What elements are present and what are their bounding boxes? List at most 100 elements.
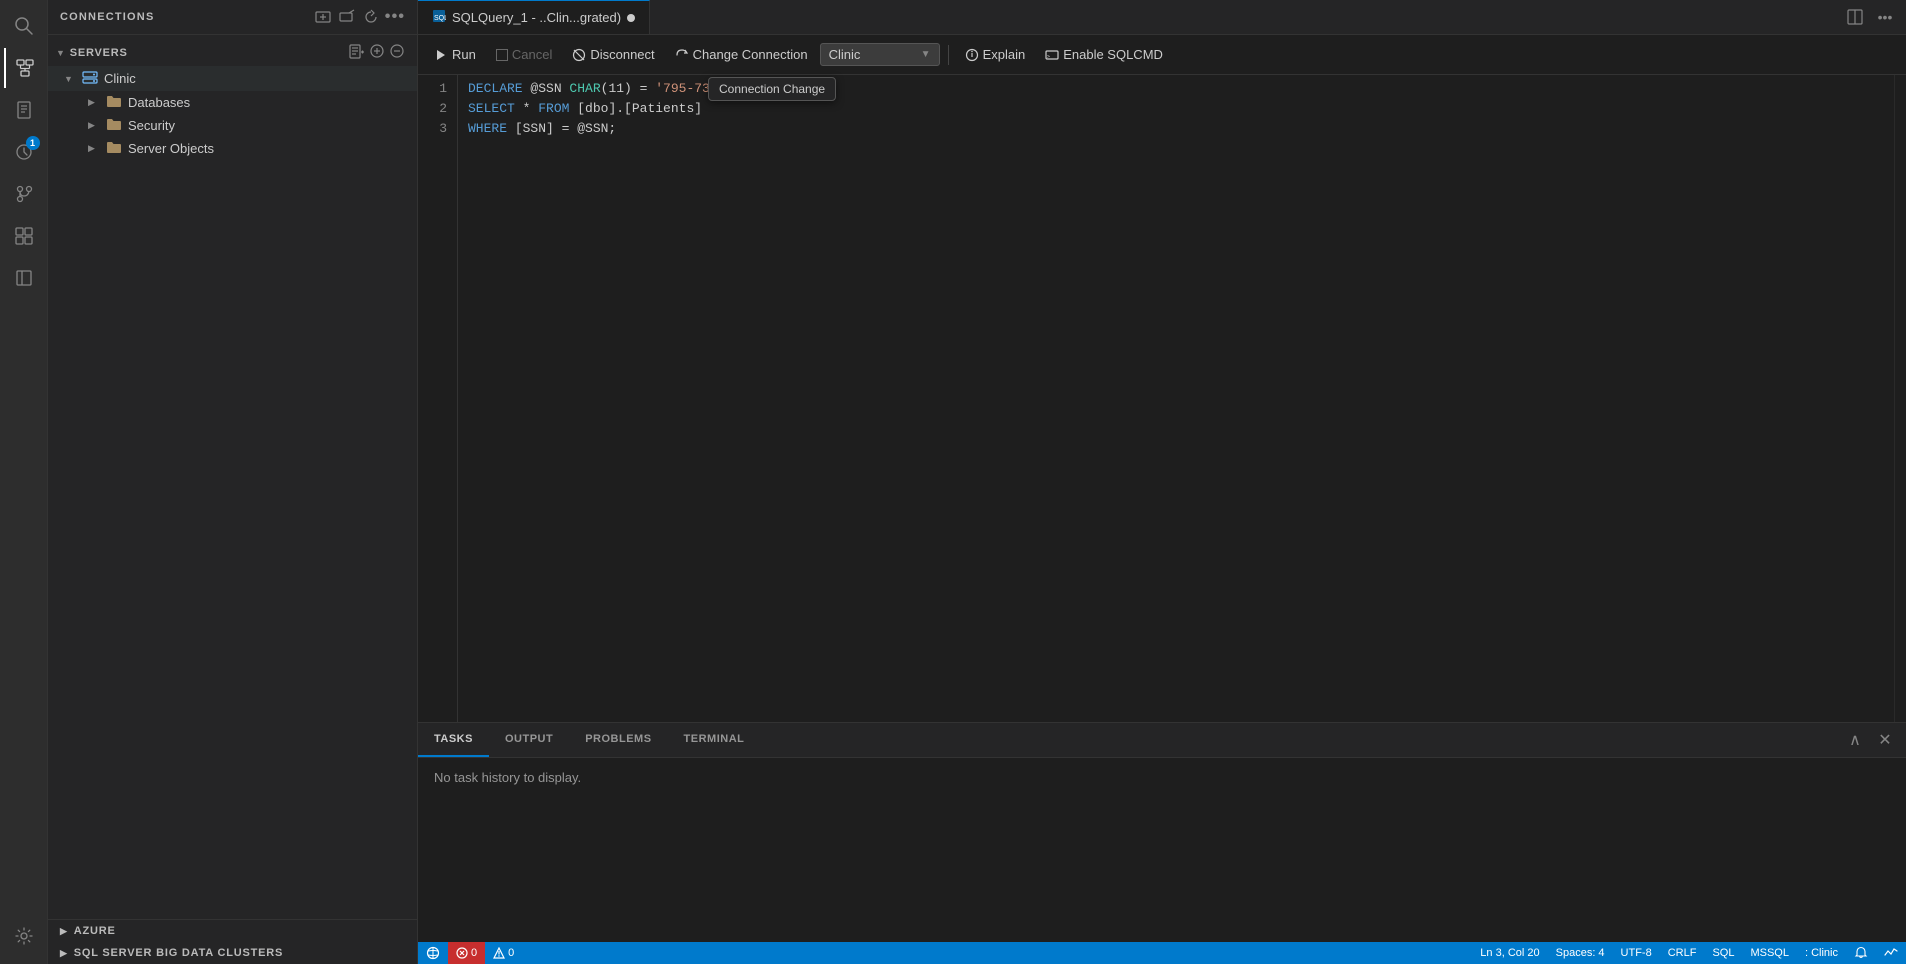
tab-tasks[interactable]: TASKS — [418, 723, 489, 757]
enable-sqlcmd-button[interactable]: >_ Enable SQLCMD — [1037, 44, 1171, 65]
query-history-icon[interactable]: 1 — [4, 132, 44, 172]
connection-dropdown[interactable]: Clinic ▼ — [820, 43, 940, 66]
encoding-item[interactable]: UTF-8 — [1613, 942, 1660, 964]
panel-close-icon[interactable]: ✕ — [1872, 727, 1898, 753]
servers-collapse-arrow: ▼ — [56, 48, 66, 58]
panel-content: No task history to display. — [418, 758, 1906, 942]
server-icon — [82, 69, 98, 88]
sidebar-header-icons: ••• — [313, 7, 405, 27]
new-query-icon[interactable] — [349, 43, 365, 62]
refresh-icon[interactable] — [361, 7, 381, 27]
disconnect-icon[interactable] — [337, 7, 357, 27]
extensions-icon[interactable] — [4, 216, 44, 256]
sidebar-content: ▼ SERVERS ▼ Clinic ▶ — [48, 35, 417, 919]
remote-status-item[interactable] — [418, 942, 448, 964]
bigdata-label: SQL SERVER BIG DATA CLUSTERS — [74, 947, 283, 959]
add-server-icon[interactable] — [313, 7, 333, 27]
run-label: Run — [452, 47, 476, 62]
more-tabs-icon[interactable]: ••• — [1872, 4, 1898, 30]
server-objects-expand-arrow: ▶ — [88, 143, 102, 154]
connection-change-hint: Connection Change — [708, 77, 836, 101]
clinic-label: Clinic — [104, 71, 136, 86]
status-right: Ln 3, Col 20 Spaces: 4 UTF-8 CRLF SQL MS… — [1472, 942, 1906, 964]
sidebar: CONNECTIONS ••• ▼ SERVERS — [48, 0, 418, 964]
sidebar-title: CONNECTIONS — [60, 11, 154, 23]
line-number-1: 1 — [426, 79, 447, 99]
indentation-item[interactable]: Spaces: 4 — [1548, 942, 1613, 964]
run-button[interactable]: Run — [426, 44, 484, 65]
tab-sqlquery1[interactable]: SQL SQLQuery_1 - ..Clin...grated) — [418, 0, 650, 34]
security-label: Security — [128, 118, 175, 133]
source-control-icon[interactable] — [4, 174, 44, 214]
connection-status-item[interactable]: : Clinic — [1797, 942, 1846, 964]
servers-section-label[interactable]: ▼ SERVERS — [48, 39, 417, 66]
notebooks-icon[interactable] — [4, 90, 44, 130]
notifications-icon[interactable] — [1846, 942, 1876, 964]
change-connection-button[interactable]: Change Connection — [667, 44, 816, 65]
azure-section[interactable]: ▶ AZURE — [48, 920, 417, 942]
cancel-label: Cancel — [512, 47, 552, 62]
tab-label: SQLQuery_1 - ..Clin...grated) — [452, 10, 621, 25]
databases-folder-icon — [106, 94, 122, 111]
indentation: Spaces: 4 — [1556, 947, 1605, 959]
connections-icon[interactable] — [4, 48, 44, 88]
connection-value: Clinic — [829, 47, 861, 62]
line-number-3: 3 — [426, 119, 447, 139]
line-ending-item[interactable]: CRLF — [1660, 942, 1705, 964]
sql-mode-item[interactable]: MSSQL — [1742, 942, 1797, 964]
tab-bar: SQL SQLQuery_1 - ..Clin...grated) ••• — [418, 0, 1906, 35]
panel-collapse-icon[interactable]: ∧ — [1842, 727, 1868, 753]
code-line-2: SELECT * FROM [dbo].[Patients] — [468, 99, 1894, 119]
sidebar-bottom: ▶ AZURE ▶ SQL SERVER BIG DATA CLUSTERS — [48, 919, 417, 964]
cancel-button[interactable]: Cancel — [488, 44, 560, 65]
warning-count-item[interactable]: 0 — [485, 942, 522, 964]
bigdata-section[interactable]: ▶ SQL SERVER BIG DATA CLUSTERS — [48, 942, 417, 964]
server-item-clinic[interactable]: ▼ Clinic — [48, 66, 417, 91]
query-history-badge: 1 — [26, 136, 40, 150]
split-editor-icon[interactable] — [1842, 4, 1868, 30]
gear-icon[interactable] — [4, 916, 44, 956]
server-objects-item[interactable]: ▶ Server Objects — [48, 137, 417, 160]
remove-connection-icon[interactable] — [389, 43, 405, 62]
more-options-icon[interactable]: ••• — [385, 7, 405, 27]
security-expand-arrow: ▶ — [88, 120, 102, 131]
editor-content: 1 2 3 DECLARE @SSN CHAR(11) = '795-73-98… — [418, 75, 1906, 722]
disconnect-label: Disconnect — [590, 47, 654, 62]
status-bar: 0 0 Ln 3, Col 20 Spaces: 4 UTF-8 CRLF SQ… — [418, 942, 1906, 964]
databases-label: Databases — [128, 95, 190, 110]
server-objects-folder-icon — [106, 140, 122, 157]
panel-header: TASKS OUTPUT PROBLEMS TERMINAL ∧ ✕ — [418, 723, 1906, 758]
editor-scrollbar[interactable] — [1894, 75, 1906, 722]
search-icon[interactable] — [4, 6, 44, 46]
main-area: SQL SQLQuery_1 - ..Clin...grated) ••• Ru… — [418, 0, 1906, 964]
databases-expand-arrow: ▶ — [88, 97, 102, 108]
line-ending: CRLF — [1668, 947, 1697, 959]
azure-label: AZURE — [74, 925, 116, 937]
panel-empty-message: No task history to display. — [434, 770, 581, 785]
tab-output[interactable]: OUTPUT — [489, 723, 569, 757]
tab-terminal[interactable]: TERMINAL — [668, 723, 761, 757]
code-area[interactable]: DECLARE @SSN CHAR(11) = '795-73-9838' SE… — [458, 75, 1894, 722]
databases-item[interactable]: ▶ Databases — [48, 91, 417, 114]
explain-label: Explain — [983, 47, 1026, 62]
sql-file-icon: SQL — [432, 9, 446, 26]
add-connection-icon[interactable] — [369, 43, 385, 62]
activity-bar: 1 — [0, 0, 48, 964]
servers-label: SERVERS — [70, 47, 128, 59]
tab-problems[interactable]: PROBLEMS — [569, 723, 667, 757]
language-mode-item[interactable]: SQL — [1704, 942, 1742, 964]
book-icon[interactable] — [4, 258, 44, 298]
sql-mode: MSSQL — [1750, 947, 1789, 959]
code-line-3: WHERE [SSN] = @SSN; — [468, 119, 1894, 139]
line-number-2: 2 — [426, 99, 447, 119]
disconnect-button[interactable]: Disconnect — [564, 44, 662, 65]
activity-status-icon[interactable] — [1876, 942, 1906, 964]
enable-sqlcmd-label: Enable SQLCMD — [1063, 47, 1163, 62]
cursor-position-item[interactable]: Ln 3, Col 20 — [1472, 942, 1547, 964]
change-connection-label: Change Connection — [693, 47, 808, 62]
svg-text:>_: >_ — [1047, 54, 1054, 60]
sidebar-header: CONNECTIONS ••• — [48, 0, 417, 35]
security-item[interactable]: ▶ Security — [48, 114, 417, 137]
explain-button[interactable]: Explain — [957, 44, 1034, 65]
error-count-item[interactable]: 0 — [448, 942, 485, 964]
